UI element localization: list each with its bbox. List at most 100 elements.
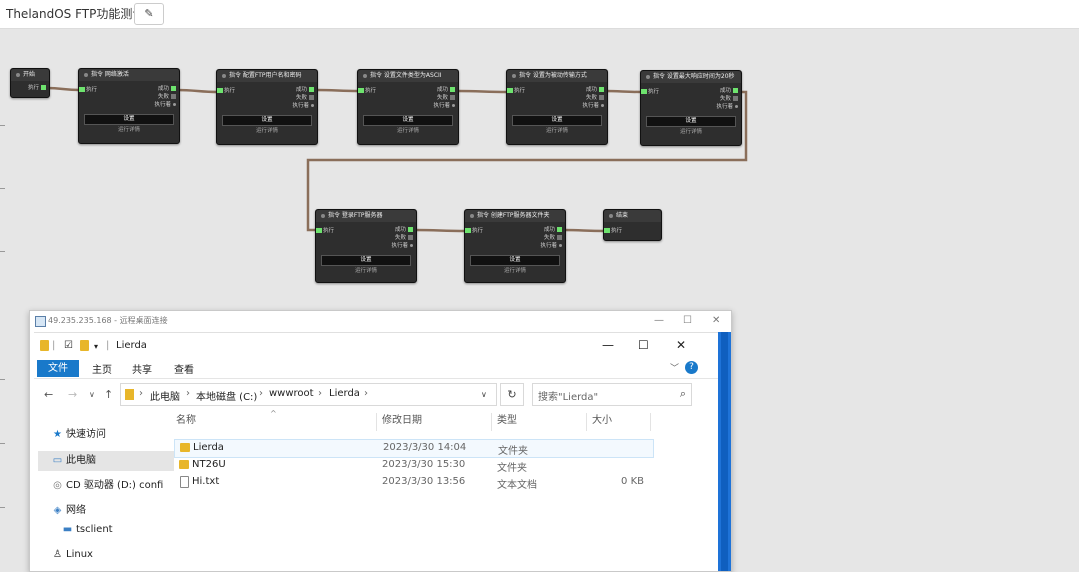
column-header-name[interactable]: 名称	[176, 411, 196, 431]
tab-file[interactable]: 文件	[37, 360, 79, 377]
recent-dropdown-icon[interactable]: ∨	[89, 390, 95, 399]
breadcrumb-wwwroot[interactable]: wwwroot	[269, 388, 314, 399]
column-separator[interactable]	[586, 413, 587, 431]
breadcrumb-drive-c[interactable]: 本地磁盘 (C:)	[196, 388, 257, 403]
port-success[interactable]: 成功	[395, 226, 413, 234]
node-details-link[interactable]: 运行详情	[363, 127, 453, 135]
port-success[interactable]: 成功	[586, 86, 604, 94]
port-success[interactable]: 成功	[296, 86, 314, 94]
new-folder-icon[interactable]	[80, 340, 89, 351]
back-icon[interactable]: ←	[44, 388, 53, 401]
ribbon-expand-icon[interactable]: ﹀	[670, 361, 679, 374]
port-executing[interactable]: 执行着	[292, 102, 314, 110]
file-row[interactable]: Lierda 2023/3/30 14:04 文件夹	[174, 439, 654, 458]
tab-home[interactable]: 主页	[92, 361, 112, 376]
wire	[456, 89, 509, 94]
node-settings-button[interactable]: 设置	[646, 116, 736, 127]
explorer-maximize-button[interactable]: ☐	[638, 338, 649, 352]
tab-view[interactable]: 查看	[174, 361, 194, 376]
port-executing[interactable]: 执行着	[540, 242, 562, 250]
port-fail[interactable]: 失败	[586, 94, 604, 102]
flow-node-timeout[interactable]: 指令 设置最大响应时间为20秒 执行 成功 失败 执行着 设置 运行详情	[640, 70, 742, 146]
address-bar[interactable]: › 此电脑 › 本地磁盘 (C:) › wwwroot › Lierda › ∨	[120, 383, 497, 406]
port-executing[interactable]: 执行着	[391, 242, 413, 250]
port-executing[interactable]: 执行着	[154, 101, 176, 109]
address-dropdown-icon[interactable]: ∨	[481, 390, 487, 399]
up-icon[interactable]: ↑	[104, 388, 113, 401]
port-exec-in[interactable]: 执行	[316, 227, 334, 235]
rdp-close-button[interactable]: ✕	[712, 311, 720, 331]
port-success[interactable]: 成功	[158, 85, 176, 93]
tab-share[interactable]: 共享	[132, 361, 152, 376]
search-input[interactable]: 搜索"Lierda" ⌕	[532, 383, 692, 406]
sidebar-item-quick-access[interactable]: ★ 快速访问	[38, 425, 174, 445]
node-settings-button[interactable]: 设置	[363, 115, 453, 126]
sidebar-item-cd-drive[interactable]: ◎ CD 驱动器 (D:) confi	[38, 476, 174, 496]
node-details-link[interactable]: 运行详情	[222, 127, 312, 135]
node-details-link[interactable]: 运行详情	[321, 267, 411, 275]
node-details-link[interactable]: 运行详情	[470, 267, 560, 275]
port-exec-in[interactable]: 执行	[217, 87, 235, 95]
flow-node-login[interactable]: 指令 登录FTP服务器 执行 成功 失败 执行着 设置 运行详情	[315, 209, 417, 283]
forward-icon[interactable]: →	[68, 388, 77, 401]
port-fail[interactable]: 失败	[720, 95, 738, 103]
node-details-link[interactable]: 运行详情	[646, 128, 736, 136]
node-details-link[interactable]: 运行详情	[512, 127, 602, 135]
sidebar-item-network[interactable]: ◈ 网络	[38, 501, 174, 521]
rdp-minimize-button[interactable]: —	[654, 311, 664, 331]
column-separator[interactable]	[491, 413, 492, 431]
port-success[interactable]: 成功	[544, 226, 562, 234]
breadcrumb-lierda[interactable]: Lierda	[329, 388, 360, 399]
flow-node-ftp-credentials[interactable]: 指令 配置FTP用户名和密码 执行 成功 失败 执行着 设置 运行详情	[216, 69, 318, 145]
port-label: 失败	[157, 94, 169, 100]
port-fail[interactable]: 失败	[437, 94, 455, 102]
flow-node-ascii[interactable]: 指令 设置文件类型为ASCII 执行 成功 失败 执行着 设置 运行详情	[357, 69, 459, 145]
flow-node-end[interactable]: 结束 执行	[603, 209, 662, 241]
flow-node-passive-mode[interactable]: 指令 设置为被动传输方式 执行 成功 失败 执行着 设置 运行详情	[506, 69, 608, 145]
port-exec-in[interactable]: 执行	[507, 87, 525, 95]
sidebar-item-this-pc[interactable]: ▭ 此电脑	[38, 451, 174, 471]
refresh-button[interactable]: ↻	[500, 383, 524, 406]
port-exec-in[interactable]: 执行	[465, 227, 483, 235]
port-exec-in[interactable]: 执行	[641, 88, 659, 96]
port-fail[interactable]: 失败	[296, 94, 314, 102]
port-exec-in[interactable]: 执行	[604, 227, 622, 235]
dropdown-icon[interactable]: ▾	[94, 342, 98, 351]
port-exec-out[interactable]: 执行	[28, 84, 46, 92]
breadcrumb-this-pc[interactable]: 此电脑	[150, 388, 180, 403]
port-fail[interactable]: 失败	[158, 93, 176, 101]
node-settings-button[interactable]: 设置	[470, 255, 560, 266]
file-row[interactable]: Hi.txt 2023/3/30 13:56 文本文档 0 KB	[174, 474, 652, 491]
rdp-maximize-button[interactable]: ☐	[683, 311, 692, 331]
sidebar-item-linux[interactable]: ♙ Linux	[38, 545, 174, 565]
checkbox-icon[interactable]: ☑	[64, 340, 73, 351]
file-row[interactable]: NT26U 2023/3/30 15:30 文件夹	[174, 457, 652, 474]
column-header-size[interactable]: 大小	[592, 411, 612, 431]
port-exec-in[interactable]: 执行	[358, 87, 376, 95]
help-icon[interactable]: ?	[685, 361, 698, 374]
port-success[interactable]: 成功	[437, 86, 455, 94]
sidebar-item-tsclient[interactable]: ▬ tsclient	[38, 520, 184, 540]
port-executing[interactable]: 执行着	[433, 102, 455, 110]
flow-node-create-folder[interactable]: 指令 创建FTP服务器文件夹 执行 成功 失败 执行着 设置 运行详情	[464, 209, 566, 283]
port-executing[interactable]: 执行着	[582, 102, 604, 110]
node-settings-button[interactable]: 设置	[222, 115, 312, 126]
port-icon	[309, 95, 314, 100]
column-separator[interactable]	[650, 413, 651, 431]
node-settings-button[interactable]: 设置	[512, 115, 602, 126]
node-settings-button[interactable]: 设置	[321, 255, 411, 266]
flow-node-network[interactable]: 指令 网络激活 执行 成功 失败 执行着 设置 运行详情	[78, 68, 180, 144]
node-details-link[interactable]: 运行详情	[84, 126, 174, 134]
port-executing[interactable]: 执行着	[716, 103, 738, 111]
port-fail[interactable]: 失败	[544, 234, 562, 242]
port-success[interactable]: 成功	[720, 87, 738, 95]
port-exec-in[interactable]: 执行	[79, 86, 97, 94]
column-header-modified[interactable]: 修改日期	[382, 411, 422, 431]
column-separator[interactable]	[376, 413, 377, 431]
explorer-close-button[interactable]: ✕	[676, 338, 686, 352]
explorer-minimize-button[interactable]: —	[602, 338, 614, 352]
node-settings-button[interactable]: 设置	[84, 114, 174, 125]
port-fail[interactable]: 失败	[395, 234, 413, 242]
column-header-type[interactable]: 类型	[497, 411, 517, 431]
flow-node-start[interactable]: 开始 执行	[10, 68, 50, 98]
